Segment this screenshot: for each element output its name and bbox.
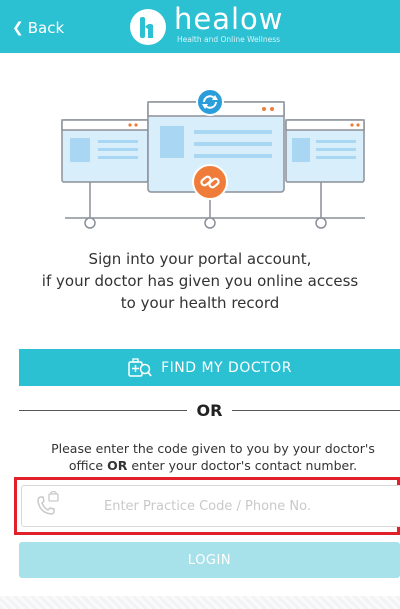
code-input-highlight [14, 477, 400, 535]
instructions-line-1: Please enter the code given to you by yo… [51, 441, 375, 456]
login-button[interactable]: LOGIN [19, 542, 400, 578]
intro-line-1: Sign into your portal account, [88, 250, 312, 268]
code-instructions: Please enter the code given to you by yo… [0, 440, 400, 474]
back-button[interactable]: ❮ Back [12, 17, 64, 39]
app-header: ❮ Back healow Health and Online Wellness [0, 0, 400, 53]
sync-icon [196, 90, 224, 116]
or-divider: OR [19, 400, 400, 420]
or-text: OR [196, 400, 223, 420]
healow-logo: healow Health and Online Wellness [128, 2, 308, 48]
footer-pattern [0, 596, 400, 609]
phone-lock-icon [37, 491, 59, 515]
intro-line-2: if your doctor has given you online acce… [41, 272, 359, 290]
back-label: Back [27, 19, 65, 37]
intro-line-3: to your health record [120, 294, 280, 312]
chevron-left-icon: ❮ [12, 20, 24, 36]
divider-line-left [19, 409, 187, 411]
right-window-graphic [285, 119, 365, 183]
divider-line-right [232, 409, 400, 411]
find-my-doctor-label: FIND MY DOCTOR [161, 359, 292, 376]
left-window-graphic [61, 119, 149, 183]
instructions-line-2: office OR enter your doctor's contact nu… [0, 457, 400, 474]
instructions-text-b: enter your doctor's contact number. [127, 458, 358, 473]
practice-code-field[interactable] [21, 485, 400, 527]
intro-text: Sign into your portal account, if your d… [0, 248, 400, 314]
doctor-search-icon [128, 357, 152, 377]
portal-connection-illustration [61, 90, 365, 229]
healow-logo-icon [130, 9, 166, 45]
instructions-or-bold: OR [107, 458, 128, 473]
practice-code-input[interactable] [102, 497, 366, 515]
link-icon [192, 164, 228, 200]
instructions-text-a: office [68, 458, 108, 473]
logo-wordmark: healow [174, 2, 284, 36]
login-label: LOGIN [187, 552, 232, 568]
logo-tagline: Health and Online Wellness [177, 35, 281, 44]
find-my-doctor-button[interactable]: FIND MY DOCTOR [19, 349, 400, 386]
